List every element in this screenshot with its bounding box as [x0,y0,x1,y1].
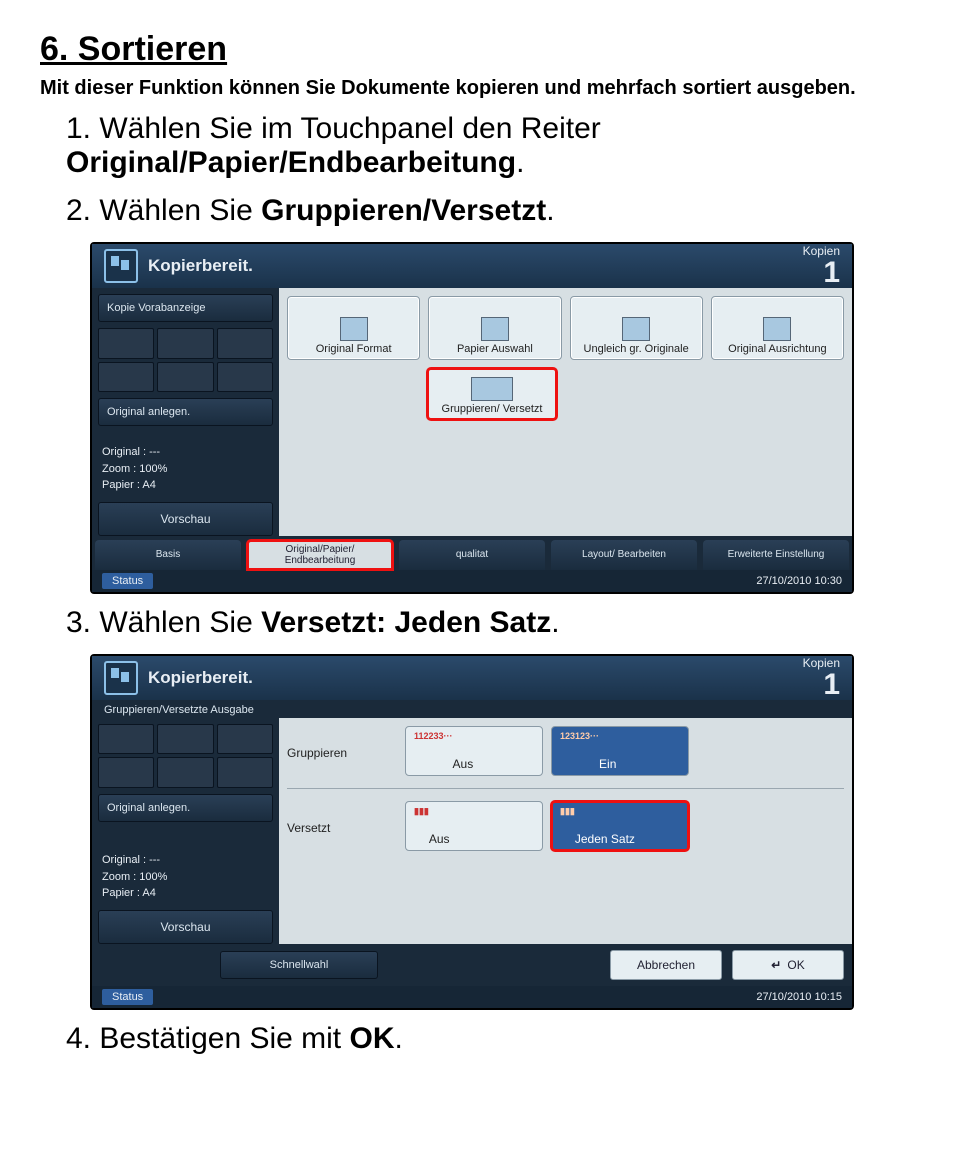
section-heading: 6. Sortieren [40,30,920,69]
separator [287,788,844,789]
step-3-bold: Versetzt: Jeden Satz [261,606,551,639]
pages-icon: 112233··· [414,731,453,741]
place-original-label: Original anlegen. [98,398,273,426]
touchscreen-screenshot-1: Kopierbereit. Kopien 1 Kopie Vorabanzeig… [90,242,854,594]
left-sidebar: Original anlegen. Original : --- Zoom : … [92,718,279,944]
copy-preview-button[interactable]: Kopie Vorabanzeige [98,294,273,322]
sub-header: Gruppieren/Versetzte Ausgabe [92,700,852,718]
place-original-label: Original anlegen. [98,794,273,822]
panel-footer: Status 27/10/2010 10:15 [92,986,852,1008]
mixed-originals-button[interactable]: Ungleich gr. Originale [570,296,703,360]
status-chip[interactable]: Status [102,989,153,1005]
section-intro: Mit dieser Funktion können Sie Dokumente… [40,77,920,100]
touchscreen-screenshot-2: Kopierbereit. Kopien 1 Gruppieren/Verset… [90,654,854,1010]
datetime: 27/10/2010 10:15 [756,991,842,1003]
step-4-bold: OK [349,1022,394,1055]
step-3-text: 3. Wählen Sie [66,606,261,639]
copies-count: 1 [803,670,840,700]
versetzt-label: Versetzt [287,801,397,851]
step-1: 1. Wählen Sie im Touchpanel den Reiter O… [66,112,920,180]
schnellwahl-button[interactable]: Schnellwahl [220,951,378,979]
preview-grid [98,328,273,392]
enter-icon: ↵ [771,958,781,972]
preview-button[interactable]: Vorschau [98,910,273,944]
gruppieren-label: Gruppieren [287,726,397,776]
tab-advanced[interactable]: Erweiterte Einstellung [703,540,849,570]
tab-original-papier[interactable]: Original/Papier/ Endbearbeitung [247,540,393,570]
main-area: Gruppieren 112233··· Aus 123123··· Ein [279,718,852,944]
side-status: Original : --- Zoom : 100% Papier : A4 [98,438,273,496]
status-chip[interactable]: Status [102,573,153,589]
step-4: 4. Bestätigen Sie mit OK. [66,1022,920,1056]
original-format-button[interactable]: Original Format [287,296,420,360]
panel-header: Kopierbereit. Kopien 1 [92,244,852,288]
step-1-bold: Original/Papier/Endbearbeitung [66,146,516,179]
period: . [546,194,554,227]
paper-select-button[interactable]: Papier Auswahl [428,296,561,360]
step-2-text: 2. Wählen Sie [66,194,261,227]
copies-count: 1 [803,258,840,288]
step-4-text: 4. Bestätigen Sie mit [66,1022,349,1055]
preview-grid [98,724,273,788]
panel-title: Kopierbereit. [148,668,793,688]
orientation-button[interactable]: Original Ausrichtung [711,296,844,360]
offset-icon: ▮▮▮ [560,806,575,817]
tab-row: Basis Original/Papier/ Endbearbeitung qu… [92,536,852,570]
gruppieren-ein-button[interactable]: 123123··· Ein [551,726,689,776]
step-1-text: 1. Wählen Sie im Touchpanel den Reiter [66,112,601,145]
versetzt-aus-button[interactable]: ▮▮▮ Aus [405,801,543,851]
datetime: 27/10/2010 10:30 [756,575,842,587]
step-2: 2. Wählen Sie Gruppieren/Versetzt. [66,194,920,228]
panel-footer: Status 27/10/2010 10:30 [92,570,852,592]
main-area: Original Format Papier Auswahl Ungleich … [279,288,852,536]
left-sidebar: Kopie Vorabanzeige Original anlegen. Ori… [92,288,279,536]
stack-icon: ▮▮▮ [414,806,429,817]
gruppieren-aus-button[interactable]: 112233··· Aus [405,726,543,776]
copy-icon [104,249,138,283]
period: . [394,1022,402,1055]
ok-button[interactable]: ↵ OK [732,950,844,980]
period: . [516,146,524,179]
panel-header: Kopierbereit. Kopien 1 [92,656,852,700]
cancel-button[interactable]: Abbrechen [610,950,722,980]
versetzt-jeden-satz-button[interactable]: ▮▮▮ Jeden Satz [551,801,689,851]
panel-title: Kopierbereit. [148,256,793,276]
tab-basis[interactable]: Basis [95,540,241,570]
step-3: 3. Wählen Sie Versetzt: Jeden Satz. [66,606,920,640]
group-offset-button[interactable]: Gruppieren/ Versetzt [427,368,557,420]
pages-icon: 123123··· [560,731,599,741]
period: . [551,606,559,639]
copy-icon [104,661,138,695]
step-2-bold: Gruppieren/Versetzt [261,194,546,227]
tab-layout[interactable]: Layout/ Bearbeiten [551,540,697,570]
tab-qualitat[interactable]: qualitat [399,540,545,570]
preview-button[interactable]: Vorschau [98,502,273,536]
side-status: Original : --- Zoom : 100% Papier : A4 [98,846,273,904]
